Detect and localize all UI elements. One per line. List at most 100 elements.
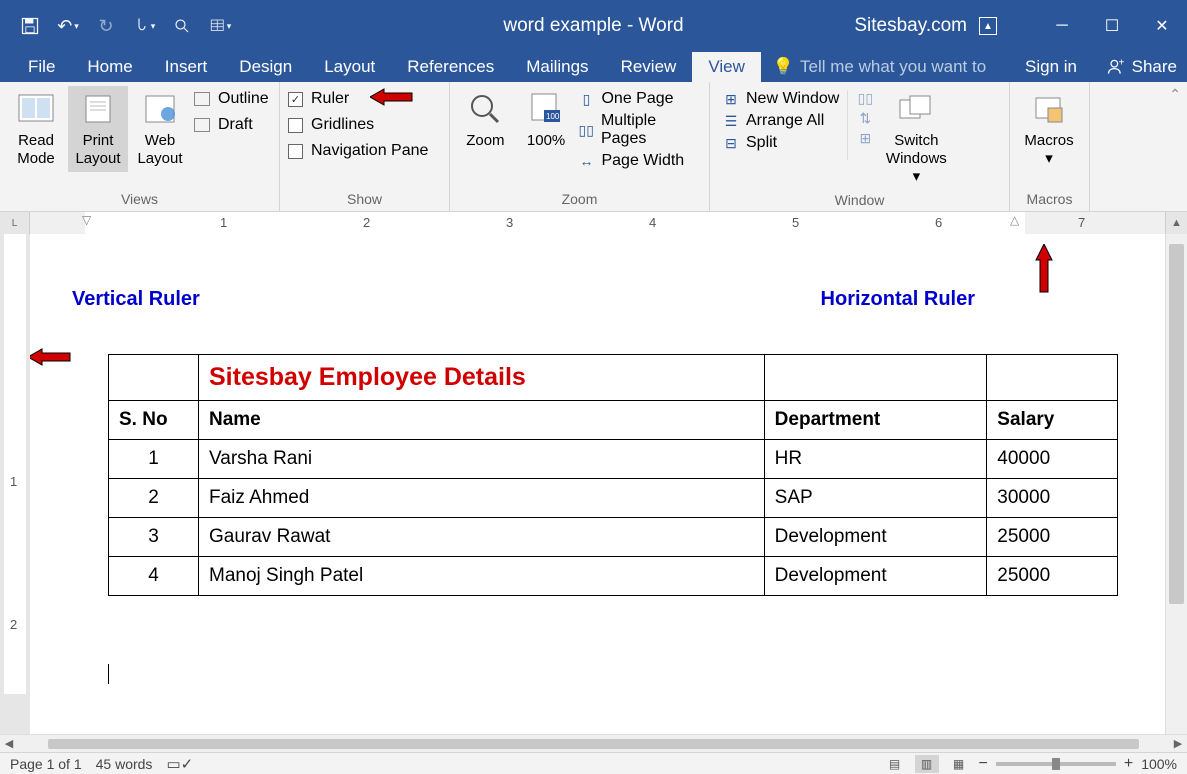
horizontal-ruler-row: L ▽ 1 2 3 4 5 6 7 △ ▲ [0,212,1187,234]
indent-marker-left[interactable]: ▽ [82,213,91,227]
page-width-button[interactable]: ↔Page Width [577,152,703,170]
vruler-mark: 1 [10,474,17,489]
zoom-out-button[interactable]: − [979,755,988,773]
annotation-arrow-vertical [30,346,72,368]
tell-me[interactable]: 💡Tell me what you want to [761,52,986,82]
redo-icon[interactable]: ↻ [94,14,118,38]
multiple-pages-icon: ▯▯ [577,122,595,138]
touch-mode-icon[interactable]: ▾ [132,14,156,38]
zoom-100-button[interactable]: 100 100% [517,86,576,154]
zoom-level[interactable]: 100% [1141,756,1177,772]
web-layout-button[interactable]: Web Layout [130,86,190,172]
undo-icon[interactable]: ↶▾ [56,14,80,38]
checkbox-checked-icon: ✓ [288,92,303,107]
sync-scroll-button[interactable]: ⇅ [856,110,874,126]
tab-selector[interactable]: L [0,212,30,234]
ruler-mark: 2 [363,215,370,230]
scrollbar-thumb[interactable] [48,739,1139,749]
print-layout-view-button[interactable]: ▥ [915,755,939,773]
group-zoom: Zoom 100 100% ▯One Page ▯▯ Multiple Pages… [450,82,710,211]
draft-button[interactable]: Draft [194,116,269,134]
menu-bar: File Home Insert Design Layout Reference… [0,52,1187,82]
new-window-label: New Window [746,90,839,108]
tab-file[interactable]: File [12,52,71,82]
header-sno: S. No [109,401,199,440]
read-mode-view-button[interactable]: ▤ [883,755,907,773]
employee-table: Sitesbay Employee Details S. No Name Dep… [108,354,1118,596]
multiple-pages-button[interactable]: ▯▯ Multiple Pages [577,112,703,148]
close-button[interactable]: ✕ [1137,0,1187,52]
ribbon-display-icon[interactable]: ▲ [979,17,997,35]
table-icon[interactable]: ▾ [208,14,232,38]
header-salary: Salary [987,401,1118,440]
scroll-up-button[interactable]: ▲ [1165,212,1187,234]
ruler-mark: 3 [506,215,513,230]
sign-in-button[interactable]: Sign in [1025,52,1077,82]
scrollbar-thumb[interactable] [1169,244,1184,604]
scroll-left-button[interactable]: ◀ [0,737,18,750]
title-bar: ↶▾ ↻ ▾ ▾ word example - Word Sitesbay.co… [0,0,1187,52]
ruler-label: Ruler [311,90,349,108]
vertical-ruler[interactable]: 1 2 [0,234,30,734]
vertical-scrollbar[interactable] [1165,234,1187,734]
page-canvas[interactable]: Vertical Ruler Horizontal Ruler Sitesbay… [30,234,1165,734]
tab-layout[interactable]: Layout [308,52,391,82]
scroll-right-button[interactable]: ▶ [1169,737,1187,750]
group-show-label: Show [286,189,443,209]
minimize-button[interactable]: ─ [1037,0,1087,52]
zoom-label: Zoom [466,132,504,150]
navpane-checkbox[interactable]: Navigation Pane [288,142,428,160]
tab-view[interactable]: View [692,52,761,82]
annotation-vertical-ruler: Vertical Ruler [72,288,200,311]
tab-mailings[interactable]: Mailings [510,52,604,82]
new-window-button[interactable]: ⊞New Window [722,90,839,108]
one-page-icon: ▯ [577,91,595,107]
gridlines-checkbox[interactable]: Gridlines [288,116,428,134]
cell-name: Varsha Rani [199,440,765,479]
document-title: word example - Word [503,15,683,37]
reset-window-button[interactable]: ⊞ [856,130,874,146]
table-row: 1 Varsha Rani HR 40000 [109,440,1118,479]
macros-label: Macros▾ [1024,132,1073,168]
macros-button[interactable]: Macros▾ [1016,86,1082,172]
tab-design[interactable]: Design [223,52,308,82]
save-icon[interactable] [18,14,42,38]
tab-insert[interactable]: Insert [149,52,224,82]
zoom-button[interactable]: Zoom [456,86,515,154]
share-button[interactable]: + Share [1106,52,1177,82]
gridlines-label: Gridlines [311,116,374,134]
table-title: Sitesbay Employee Details [199,355,765,401]
print-layout-label: Print Layout [74,132,122,168]
print-preview-icon[interactable] [170,14,194,38]
maximize-button[interactable]: ☐ [1087,0,1137,52]
word-count[interactable]: 45 words [96,756,153,772]
collapse-ribbon-icon[interactable]: ⌃ [1169,86,1181,103]
print-layout-button[interactable]: Print Layout [68,86,128,172]
one-page-button[interactable]: ▯One Page [577,90,703,108]
zoom-in-button[interactable]: + [1124,755,1133,773]
group-views-label: Views [6,189,273,209]
indent-marker-right[interactable]: △ [1010,213,1019,227]
proofing-icon[interactable]: ▭✓ [166,755,193,773]
tab-home[interactable]: Home [71,52,148,82]
text-cursor [108,664,109,684]
arrange-all-icon: ☰ [722,113,740,129]
split-button[interactable]: ⊟Split [722,134,839,152]
zoom-slider[interactable] [996,762,1116,766]
read-mode-button[interactable]: Read Mode [6,86,66,172]
multiple-pages-label: Multiple Pages [601,112,703,148]
switch-windows-button[interactable]: Switch Windows ▾ [876,86,956,190]
zoom-slider-knob[interactable] [1052,758,1060,770]
tab-review[interactable]: Review [605,52,693,82]
arrange-all-button[interactable]: ☰Arrange All [722,112,839,130]
outline-button[interactable]: Outline [194,90,269,108]
web-layout-view-button[interactable]: ▦ [947,755,971,773]
horizontal-scrollbar[interactable]: ◀ ▶ [0,734,1187,752]
group-macros: Macros▾ Macros [1010,82,1090,211]
page-indicator[interactable]: Page 1 of 1 [10,756,82,772]
horizontal-ruler[interactable]: ▽ 1 2 3 4 5 6 7 △ [30,212,1165,234]
annotation-horizontal-ruler: Horizontal Ruler [821,288,975,311]
tell-me-label: Tell me what you want to [800,57,986,77]
tab-references[interactable]: References [391,52,510,82]
view-side-by-side-button[interactable]: ▯▯ [856,90,874,106]
